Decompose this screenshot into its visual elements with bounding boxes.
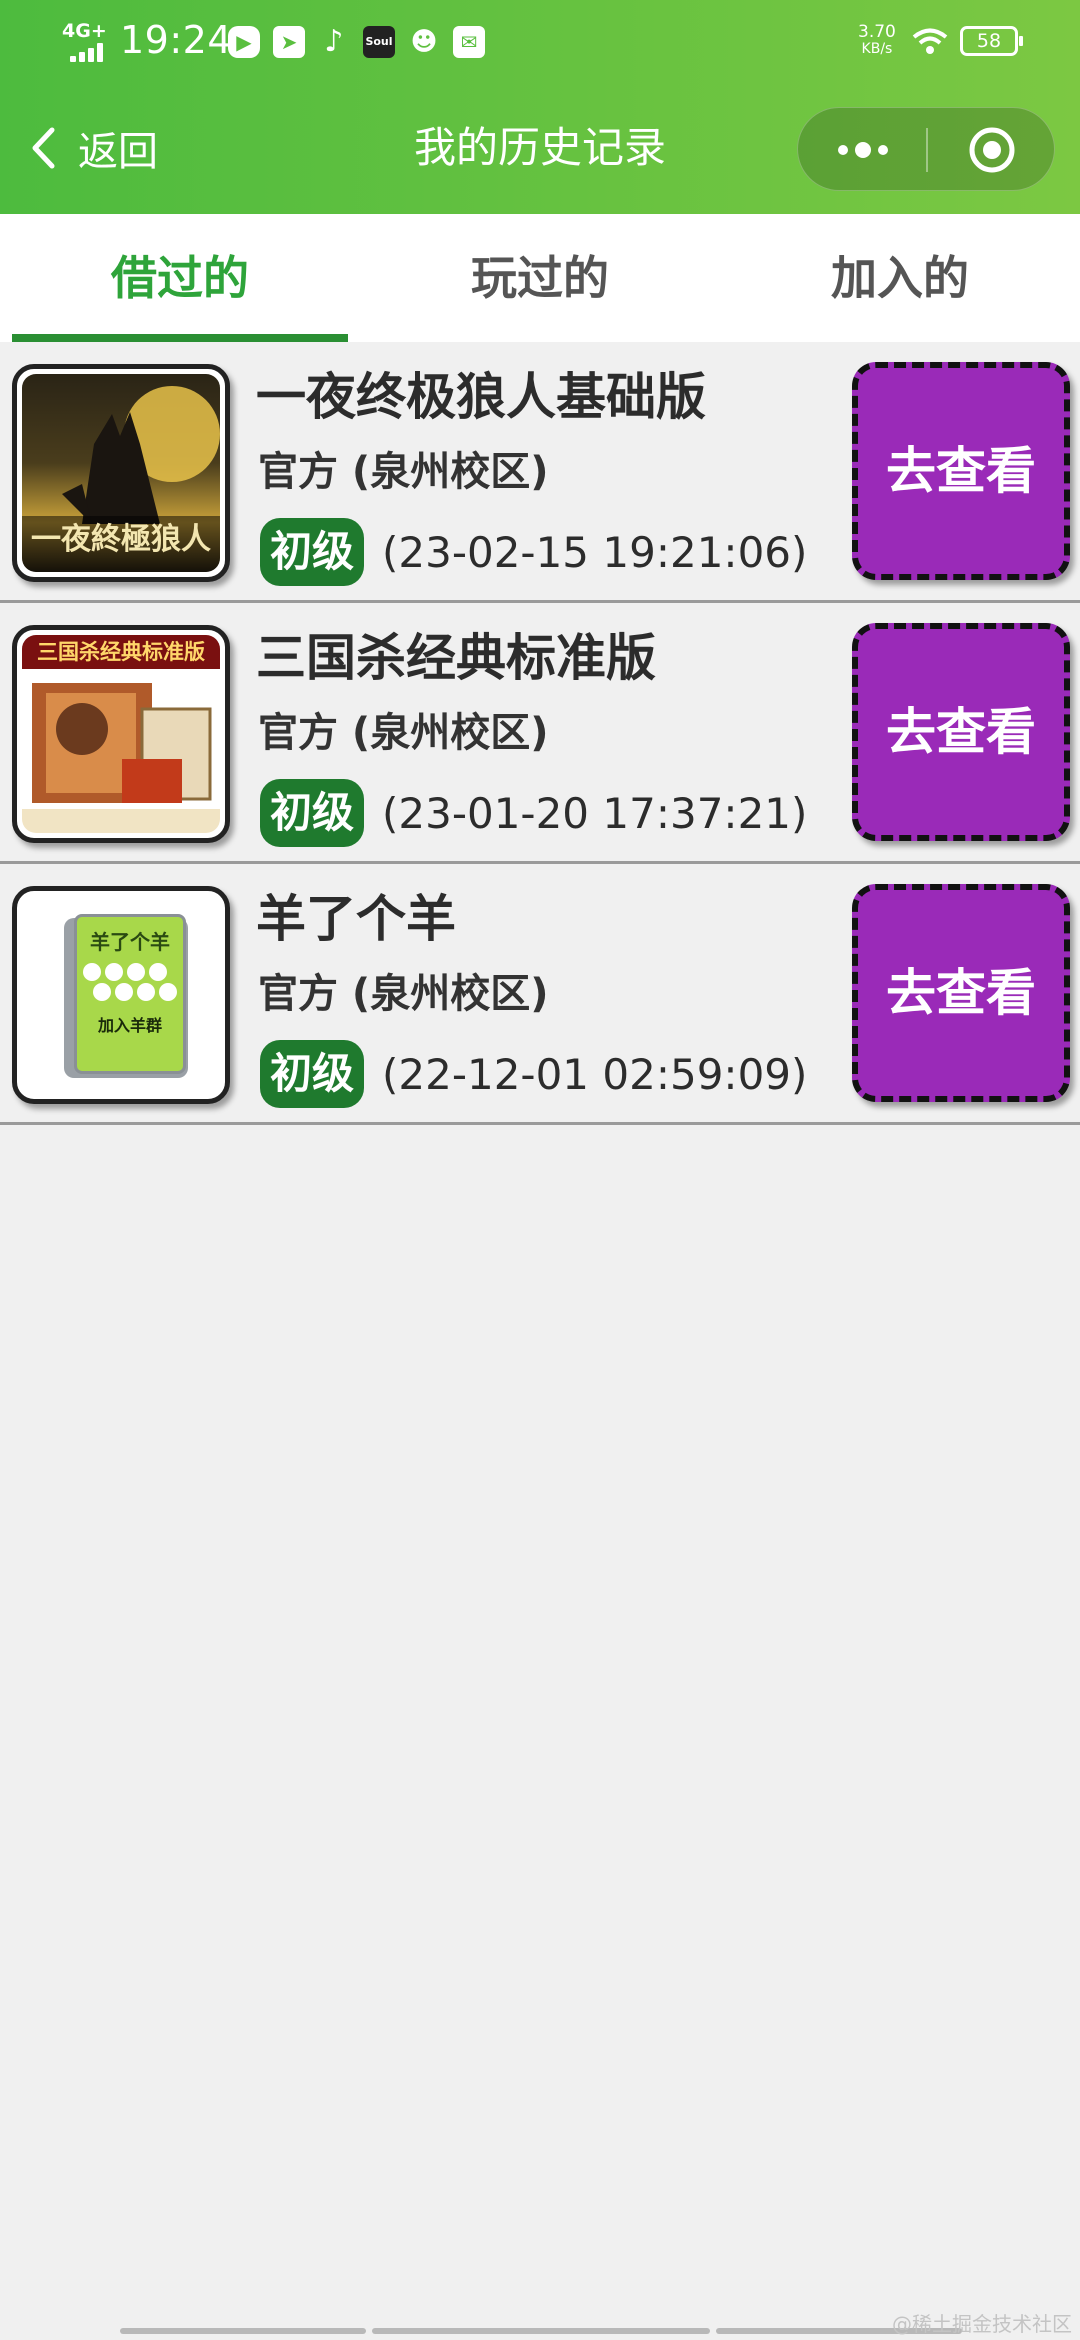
signal-icon: [70, 42, 108, 62]
watermark: @稀土掘金技术社区: [892, 2312, 1072, 2336]
game-cover-image: 三国杀经典标准版: [12, 625, 230, 843]
level-badge: 初级: [260, 518, 364, 586]
mini-program-capsule: [797, 107, 1055, 191]
game-cover-image: 羊了个羊 加入羊群: [12, 886, 230, 1104]
tab-borrowed[interactable]: 借过的: [0, 214, 360, 342]
net-speed: 3.70 KB/s: [858, 22, 896, 58]
battery-icon: 58: [960, 26, 1023, 56]
tab-bar: 借过的 玩过的 加入的: [0, 214, 1080, 342]
level-badge: 初级: [260, 779, 364, 847]
game-name: 羊了个羊: [256, 890, 456, 948]
telegram-icon: ➤: [273, 26, 305, 58]
soul-icon: Soul: [363, 26, 395, 58]
close-button[interactable]: [928, 108, 1056, 192]
mail-icon: ✉: [453, 26, 485, 58]
game-icon: ☻: [410, 27, 438, 57]
cover-title-text: 一夜終極狼人: [31, 522, 211, 557]
record-date: (22-12-01 02:59:09): [382, 1050, 808, 1099]
more-button[interactable]: [798, 108, 926, 192]
list-item: 三国杀经典标准版 三国杀经典标准版 官方 (泉州校区) 初级 (23-01-20…: [0, 603, 1080, 864]
game-location: 官方 (泉州校区): [258, 710, 549, 756]
tiktok-icon: ♪: [324, 24, 344, 59]
header-bar: 4G+ 19:24 ▶ ➤ ♪ Soul ☻ ✉ 3.70 KB/s 58 返回…: [0, 0, 1080, 214]
status-bar: 4G+ 19:24 ▶ ➤ ♪ Soul ☻ ✉ 3.70 KB/s 58: [0, 0, 1080, 86]
view-button[interactable]: 去查看: [852, 362, 1070, 580]
list-item: 羊了个羊 加入羊群 羊了个羊 官方 (泉州校区) 初级 (22-12-01 02…: [0, 864, 1080, 1125]
record-date: (23-02-15 19:21:06): [382, 528, 808, 577]
game-cover-image: 一夜終極狼人: [12, 364, 230, 582]
cover-subtext: 加入羊群: [97, 1016, 162, 1035]
tab-active-indicator: [12, 334, 348, 342]
game-location: 官方 (泉州校区): [258, 971, 549, 1017]
cover-title-text: 羊了个羊: [90, 930, 170, 954]
network-type: 4G+: [62, 20, 107, 42]
bottom-indicator-segment: [372, 2328, 710, 2334]
history-list: 一夜終極狼人 一夜终极狼人基础版 官方 (泉州校区) 初级 (23-02-15 …: [0, 342, 1080, 1125]
level-badge: 初级: [260, 1040, 364, 1108]
list-item: 一夜終極狼人 一夜终极狼人基础版 官方 (泉州校区) 初级 (23-02-15 …: [0, 342, 1080, 603]
cover-title-text: 三国杀经典标准版: [22, 635, 220, 669]
tab-joined[interactable]: 加入的: [720, 214, 1080, 342]
bottom-indicator-segment: [120, 2328, 366, 2334]
tab-played[interactable]: 玩过的: [360, 214, 720, 342]
game-name: 一夜终极狼人基础版: [256, 368, 706, 426]
target-icon: [969, 127, 1015, 173]
app-notification-icon: ▶: [228, 26, 260, 58]
view-button[interactable]: 去查看: [852, 884, 1070, 1102]
more-dots-icon: [838, 142, 888, 158]
game-name: 三国杀经典标准版: [256, 629, 656, 687]
game-location: 官方 (泉州校区): [258, 449, 549, 495]
record-date: (23-01-20 17:37:21): [382, 789, 808, 838]
wifi-icon: [912, 28, 948, 54]
view-button[interactable]: 去查看: [852, 623, 1070, 841]
clock: 19:24: [120, 18, 233, 62]
